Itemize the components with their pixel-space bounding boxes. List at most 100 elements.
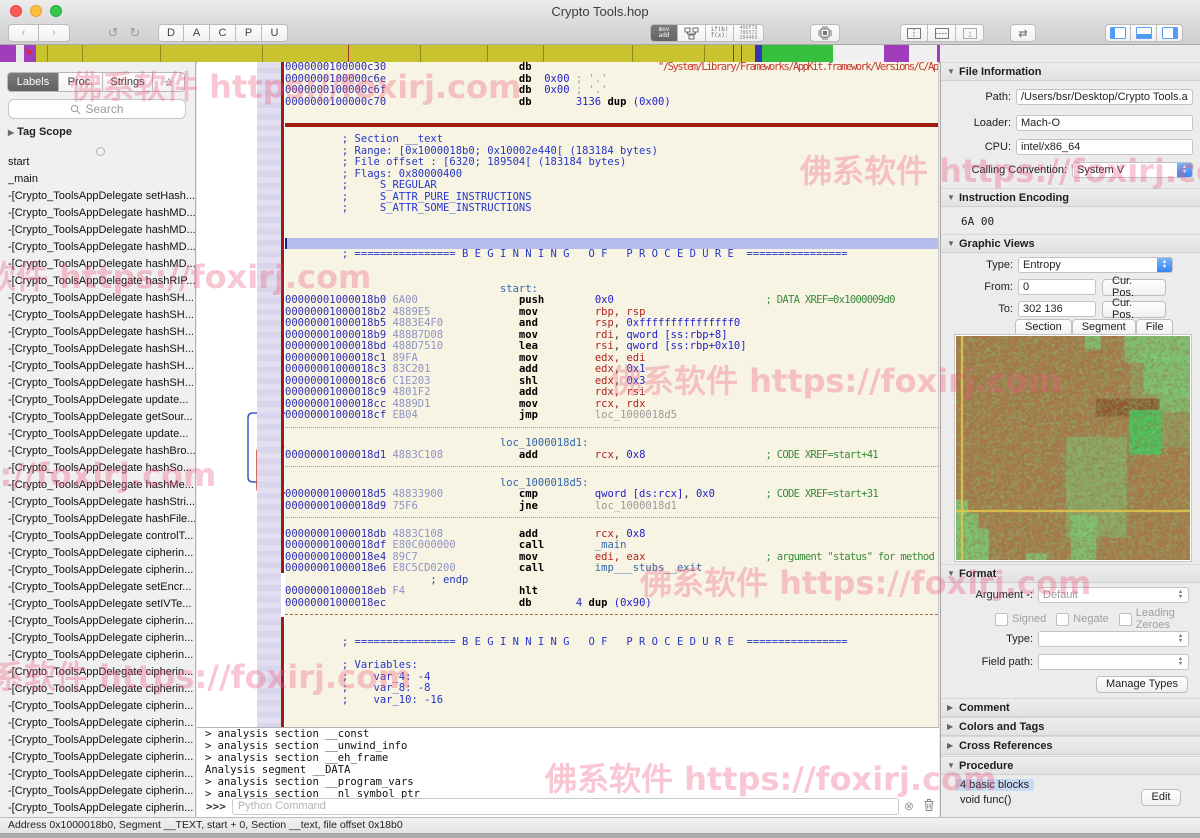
back-button[interactable]: ‹ — [8, 24, 39, 42]
sidebar-label-item[interactable]: -[Crypto_ToolsAppDelegate hashSH... — [0, 358, 196, 375]
toggle-bottom-pane-button[interactable] — [1131, 24, 1157, 42]
sidebar-label-item[interactable]: -[Crypto_ToolsAppDelegate cipherin... — [0, 545, 196, 562]
tab-labels[interactable]: Labels — [7, 72, 59, 92]
transform-button-p[interactable]: P — [236, 24, 262, 42]
sidebar-label-item[interactable]: -[Crypto_ToolsAppDelegate getSour... — [0, 409, 196, 426]
trash-icon[interactable] — [919, 799, 939, 814]
field-path-dropdown[interactable]: ▲▼ — [1038, 654, 1189, 670]
section-header-procedure[interactable]: ▼Procedure — [941, 756, 1200, 775]
sidebar-label-item[interactable]: -[Crypto_ToolsAppDelegate hashMD... — [0, 222, 196, 239]
sidebar-label-item[interactable]: -[Crypto_ToolsAppDelegate cipherin... — [0, 613, 196, 630]
sidebar-label-item[interactable]: -[Crypto_ToolsAppDelegate hashBro... — [0, 443, 196, 460]
disasm-blank-line[interactable] — [285, 215, 938, 227]
mode-graph-button[interactable] — [678, 24, 706, 42]
navigation-minimap[interactable]: ↘ — [0, 45, 1200, 63]
section-header-cross-references[interactable]: ▶Cross References — [941, 736, 1200, 755]
sidebar-label-item[interactable]: -[Crypto_ToolsAppDelegate cipherin... — [0, 630, 196, 647]
range-section-button[interactable]: Section — [1015, 319, 1072, 336]
clear-input-icon[interactable]: ⊗ — [899, 799, 919, 813]
section-header-comment[interactable]: ▶Comment — [941, 698, 1200, 717]
sidebar-label-item[interactable]: -[Crypto_ToolsAppDelegate setHash... — [0, 188, 196, 205]
mode-hex-button[interactable]: 406F78786572284469 — [734, 24, 764, 42]
disasm-separator[interactable] — [285, 614, 938, 626]
mode-pseudocode-button[interactable]: if(b)f(x): — [706, 24, 734, 42]
manage-types-button[interactable]: Manage Types — [1096, 676, 1188, 693]
python-command-input[interactable]: Python Command — [232, 798, 899, 815]
range-segment-button[interactable]: Segment — [1072, 319, 1136, 336]
sidebar-label-item[interactable]: -[Crypto_ToolsAppDelegate hashRIP... — [0, 273, 196, 290]
disasm-line[interactable]: 00000001000018d1 4883C108 add rcx, 0x8 ;… — [285, 450, 938, 462]
sidebar-label-item[interactable]: -[Crypto_ToolsAppDelegate hashMD... — [0, 239, 196, 256]
path-field[interactable]: /Users/bsr/Desktop/Crypto Tools.a — [1016, 89, 1193, 105]
mode-assembly-button[interactable]: movadd — [650, 24, 678, 42]
sidebar-label-item[interactable]: -[Crypto_ToolsAppDelegate hashSH... — [0, 375, 196, 392]
disasm-line[interactable]: ; ================ B E G I N N I N G O F… — [285, 637, 938, 649]
range-file-button[interactable]: File — [1136, 319, 1174, 336]
sidebar-label-item[interactable]: -[Crypto_ToolsAppDelegate hashMD... — [0, 205, 196, 222]
sidebar-label-item[interactable]: -[Crypto_ToolsAppDelegate update... — [0, 392, 196, 409]
forward-button[interactable]: › — [39, 24, 70, 42]
disasm-line[interactable]: 00000001000018cf EB04 jmp loc_1000018d5 — [285, 410, 938, 422]
sidebar-label-item[interactable]: -[Crypto_ToolsAppDelegate cipherin... — [0, 698, 196, 715]
sidebar-label-item[interactable]: -[Crypto_ToolsAppDelegate cipherin... — [0, 783, 196, 800]
disasm-blank-line[interactable] — [285, 706, 938, 718]
tab-strings[interactable]: Strings — [103, 72, 153, 92]
section-header-colors-and-tags[interactable]: ▶Colors and Tags — [941, 717, 1200, 736]
sidebar-label-item[interactable]: -[Crypto_ToolsAppDelegate hashMe... — [0, 477, 196, 494]
tag-scope-header[interactable]: ▶Tag Scope — [8, 126, 72, 138]
split-vertical-button[interactable] — [900, 24, 928, 42]
checkbox-leading-zeroes[interactable]: Leading Zeroes — [1119, 607, 1190, 631]
sidebar-label-item[interactable]: -[Crypto_ToolsAppDelegate hashMD... — [0, 256, 196, 273]
disasm-line[interactable]: ; ================ B E G I N N I N G O F… — [285, 249, 938, 261]
sidebar-label-item[interactable]: start — [0, 154, 196, 171]
disasm-line[interactable]: ; S_ATTR_SOME_INSTRUCTIONS — [285, 203, 938, 215]
sidebar-label-item[interactable]: -[Crypto_ToolsAppDelegate cipherin... — [0, 749, 196, 766]
toggle-right-pane-button[interactable] — [1157, 24, 1183, 42]
sidebar-label-item[interactable]: -[Crypto_ToolsAppDelegate hashSH... — [0, 307, 196, 324]
disasm-line[interactable]: ; var_10: -16 — [285, 695, 938, 707]
search-field[interactable]: Search — [8, 99, 186, 119]
loader-field[interactable]: Mach-O — [1016, 115, 1193, 131]
disasm-blank-line[interactable] — [285, 718, 938, 728]
sidebar-label-item[interactable]: _main — [0, 171, 196, 188]
sidebar-label-item[interactable]: -[Crypto_ToolsAppDelegate hashSH... — [0, 290, 196, 307]
sidebar-label-item[interactable]: -[Crypto_ToolsAppDelegate cipherin... — [0, 562, 196, 579]
section-header-format[interactable]: ▼Format — [941, 564, 1200, 583]
sidebar-label-item[interactable]: -[Crypto_ToolsAppDelegate cipherin... — [0, 800, 196, 817]
sidebar-label-item[interactable]: -[Crypto_ToolsAppDelegate cipherin... — [0, 647, 196, 664]
cpu-field[interactable]: intel/x86_64 — [1016, 139, 1193, 155]
disasm-blank-line[interactable] — [285, 226, 938, 238]
disasm-blank-line[interactable] — [285, 108, 938, 120]
format-type-dropdown[interactable]: ▲▼ — [1038, 631, 1189, 647]
transform-button-c[interactable]: C — [210, 24, 236, 42]
to-field[interactable]: 302 136 — [1018, 301, 1096, 317]
disasm-line[interactable]: 0000000100000c70 db 3136 dup (0x00) — [285, 97, 938, 109]
tab-proc[interactable]: Proc. — [59, 72, 103, 92]
sidebar-label-item[interactable]: -[Crypto_ToolsAppDelegate hashSH... — [0, 341, 196, 358]
sidebar-label-item[interactable]: -[Crypto_ToolsAppDelegate hashSH... — [0, 324, 196, 341]
checkbox-signed[interactable]: Signed — [995, 613, 1046, 626]
sidebar-label-item[interactable]: -[Crypto_ToolsAppDelegate setIVTe... — [0, 596, 196, 613]
disasm-blank-line[interactable] — [285, 261, 938, 273]
split-horizontal-button[interactable] — [928, 24, 956, 42]
transform-button-a[interactable]: A — [184, 24, 210, 42]
transform-button-d[interactable]: D — [158, 24, 184, 42]
disasm-line[interactable]: 00000001000018ec db 4 dup (0x90) — [285, 598, 938, 610]
sidebar-label-item[interactable]: -[Crypto_ToolsAppDelegate update... — [0, 426, 196, 443]
undo-button[interactable]: ↺ — [102, 24, 124, 42]
sidebar-label-item[interactable]: -[Crypto_ToolsAppDelegate hashStri... — [0, 494, 196, 511]
argument-dropdown[interactable]: Default▲▼ — [1038, 587, 1189, 603]
sidebar-label-item[interactable]: -[Crypto_ToolsAppDelegate cipherin... — [0, 766, 196, 783]
toggle-left-pane-button[interactable] — [1105, 24, 1131, 42]
sidebar-label-item[interactable]: -[Crypto_ToolsAppDelegate setEncr... — [0, 579, 196, 596]
sidebar-label-item[interactable]: -[Crypto_ToolsAppDelegate cipherin... — [0, 681, 196, 698]
sidebar-label-item[interactable]: -[Crypto_ToolsAppDelegate hashSo... — [0, 460, 196, 477]
sidebar-label-item[interactable]: -[Crypto_ToolsAppDelegate cipherin... — [0, 715, 196, 732]
sidebar-label-item[interactable]: -[Crypto_ToolsAppDelegate cipherin... — [0, 664, 196, 681]
transfer-button[interactable]: ⇄ — [1010, 24, 1036, 42]
cpu-button[interactable] — [810, 24, 840, 42]
checkbox-negate[interactable]: Negate — [1056, 613, 1108, 626]
sidebar-label-item[interactable]: -[Crypto_ToolsAppDelegate controlT... — [0, 528, 196, 545]
section-header-instruction-encoding[interactable]: ▼Instruction Encoding — [941, 188, 1200, 207]
calling-convention-dropdown[interactable]: System V▲▼ — [1072, 162, 1193, 178]
